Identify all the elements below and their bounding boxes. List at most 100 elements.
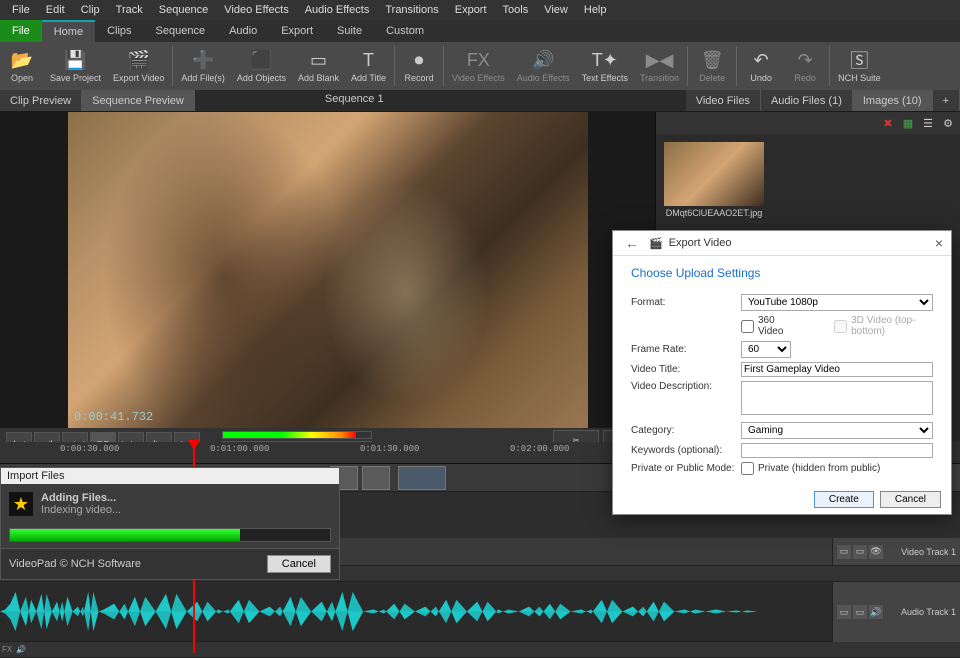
audio-waveform [0, 582, 830, 641]
star-icon: ★ [9, 492, 33, 516]
menu-tools[interactable]: Tools [495, 2, 537, 18]
media-tab-images[interactable]: Images (10) [853, 90, 933, 111]
menu-track[interactable]: Track [108, 2, 151, 18]
audio-fx-row[interactable]: FX 🔊 [0, 642, 960, 658]
text-effects-button[interactable]: T✦Text Effects [576, 44, 634, 88]
delete-icon: 🗑 [701, 49, 723, 71]
audio-fx-icon: 🔊 [532, 49, 554, 71]
category-select[interactable]: Gaming [741, 422, 933, 439]
list-view-icon[interactable]: ☰ [920, 115, 936, 131]
save-project-button[interactable]: 💾Save Project [44, 44, 107, 88]
video-effects-button[interactable]: FXVideo Effects [446, 44, 511, 88]
tool-label: Open [11, 73, 33, 83]
ribbon-tab-sequence[interactable]: Sequence [144, 20, 218, 42]
add-blank-button[interactable]: ▭Add Blank [292, 44, 345, 88]
cancel-button[interactable]: Cancel [880, 491, 941, 508]
record-button[interactable]: ⏺Record [397, 44, 441, 88]
delete-icon[interactable]: ✖ [880, 115, 896, 131]
menu-help[interactable]: Help [576, 2, 615, 18]
back-arrow-icon[interactable]: ← [621, 235, 643, 251]
video-desc-textarea[interactable] [741, 381, 933, 415]
create-button[interactable]: Create [814, 491, 874, 508]
export-video-button[interactable]: 🎬Export Video [107, 44, 170, 88]
ribbon-tab-suite[interactable]: Suite [325, 20, 374, 42]
keywords-input[interactable] [741, 443, 933, 458]
ribbon-tab-audio[interactable]: Audio [217, 20, 269, 42]
dialog-heading: Choose Upload Settings [613, 256, 951, 286]
tool-label: Delete [699, 73, 725, 83]
redo-button[interactable]: ↷Redo [783, 44, 827, 88]
ribbon-tab-clips[interactable]: Clips [95, 20, 143, 42]
track-mute-icon[interactable]: ▭ [853, 605, 867, 619]
add-blank-icon: ▭ [307, 49, 329, 71]
sequence-name: Sequence 1 [315, 90, 394, 111]
nch-suite-button[interactable]: 🅂NCH Suite [832, 44, 887, 88]
undo-button[interactable]: ↶Undo [739, 44, 783, 88]
audio-effects-button[interactable]: 🔊Audio Effects [511, 44, 576, 88]
open-button[interactable]: 📂Open [0, 44, 44, 88]
tool-label: Record [405, 73, 434, 83]
dialog-title: Import Files [1, 468, 339, 484]
undo-icon: ↶ [750, 49, 772, 71]
add-title-button[interactable]: TAdd Title [345, 44, 392, 88]
media-thumbnail[interactable]: DMqt6ClUEAAO2ET.jpg [664, 142, 764, 218]
360-video-checkbox[interactable] [741, 320, 754, 333]
add-objects-button[interactable]: ⬛Add Objects [231, 44, 292, 88]
menu-view[interactable]: View [536, 2, 576, 18]
cancel-button[interactable]: Cancel [267, 555, 331, 573]
format-select[interactable]: YouTube 1080p [741, 294, 933, 311]
track-lock-icon[interactable]: ▭ [837, 605, 851, 619]
main-toolbar: 📂Open💾Save Project🎬Export Video➕Add File… [0, 42, 960, 90]
transition-button[interactable]: ▶◀Transition [634, 44, 685, 88]
file-tab[interactable]: File [0, 20, 42, 42]
video-preview[interactable] [68, 112, 588, 442]
video-desc-label: Video Description: [631, 381, 741, 392]
ruler-tick: 0:01:00.000 [210, 444, 269, 454]
clip-preview-tab[interactable]: Clip Preview [0, 90, 82, 111]
media-tab-video-files[interactable]: Video Files [686, 90, 761, 111]
app-icon: 🎬 [649, 237, 663, 250]
track-lock-icon[interactable]: ▭ [837, 545, 851, 559]
menu-audio-effects[interactable]: Audio Effects [297, 2, 378, 18]
track-solo-icon[interactable]: 👁 [869, 545, 883, 559]
menu-clip[interactable]: Clip [73, 2, 108, 18]
sequence-preview-tab[interactable]: Sequence Preview [82, 90, 195, 111]
redo-icon: ↷ [794, 49, 816, 71]
menu-transitions[interactable]: Transitions [377, 2, 446, 18]
media-tab-audio-files[interactable]: Audio Files (1) [761, 90, 853, 111]
video-title-input[interactable] [741, 362, 933, 377]
menu-bar: FileEditClipTrackSequenceVideo EffectsAu… [0, 0, 960, 20]
private-checkbox[interactable] [741, 462, 754, 475]
options-icon[interactable]: ⚙ [940, 115, 956, 131]
menu-video-effects[interactable]: Video Effects [216, 2, 296, 18]
menu-sequence[interactable]: Sequence [151, 2, 217, 18]
delete-button[interactable]: 🗑 Delete [690, 44, 734, 88]
ribbon-tab-export[interactable]: Export [269, 20, 325, 42]
ribbon-tab-home[interactable]: Home [42, 20, 95, 42]
3d-video-checkbox [834, 320, 847, 333]
clip-transition[interactable] [398, 466, 446, 490]
ribbon-tab-custom[interactable]: Custom [374, 20, 436, 42]
tool-label: Add Objects [237, 73, 286, 83]
track-mute-icon[interactable]: ▭ [853, 545, 867, 559]
add-tab-button[interactable]: + [933, 90, 960, 111]
menu-file[interactable]: File [4, 2, 38, 18]
tool-label: Transition [640, 73, 679, 83]
menu-export[interactable]: Export [447, 2, 495, 18]
add-title-icon: T [358, 49, 380, 71]
close-icon[interactable]: × [935, 235, 943, 251]
clip-thumbnail[interactable] [362, 466, 390, 490]
track-label: Audio Track 1 [901, 607, 956, 617]
framerate-select[interactable]: 60 [741, 341, 791, 358]
video-track-controls: ▭ ▭ 👁 Video Track 1 [832, 538, 960, 565]
export-video-dialog: ← 🎬 Export Video × Choose Upload Setting… [612, 230, 952, 515]
menu-edit[interactable]: Edit [38, 2, 73, 18]
add-file-s--button[interactable]: ➕Add File(s) [175, 44, 231, 88]
thumbnail-caption: DMqt6ClUEAAO2ET.jpg [664, 208, 764, 218]
grid-view-icon[interactable]: ▦ [900, 115, 916, 131]
private-label: Private (hidden from public) [758, 463, 880, 474]
track-speaker-icon[interactable]: 🔊 [869, 605, 883, 619]
audio-track-1[interactable]: ▭ ▭ 🔊 Audio Track 1 [0, 582, 960, 642]
tool-label: Save Project [50, 73, 101, 83]
privacy-label: Private or Public Mode: [631, 463, 741, 474]
